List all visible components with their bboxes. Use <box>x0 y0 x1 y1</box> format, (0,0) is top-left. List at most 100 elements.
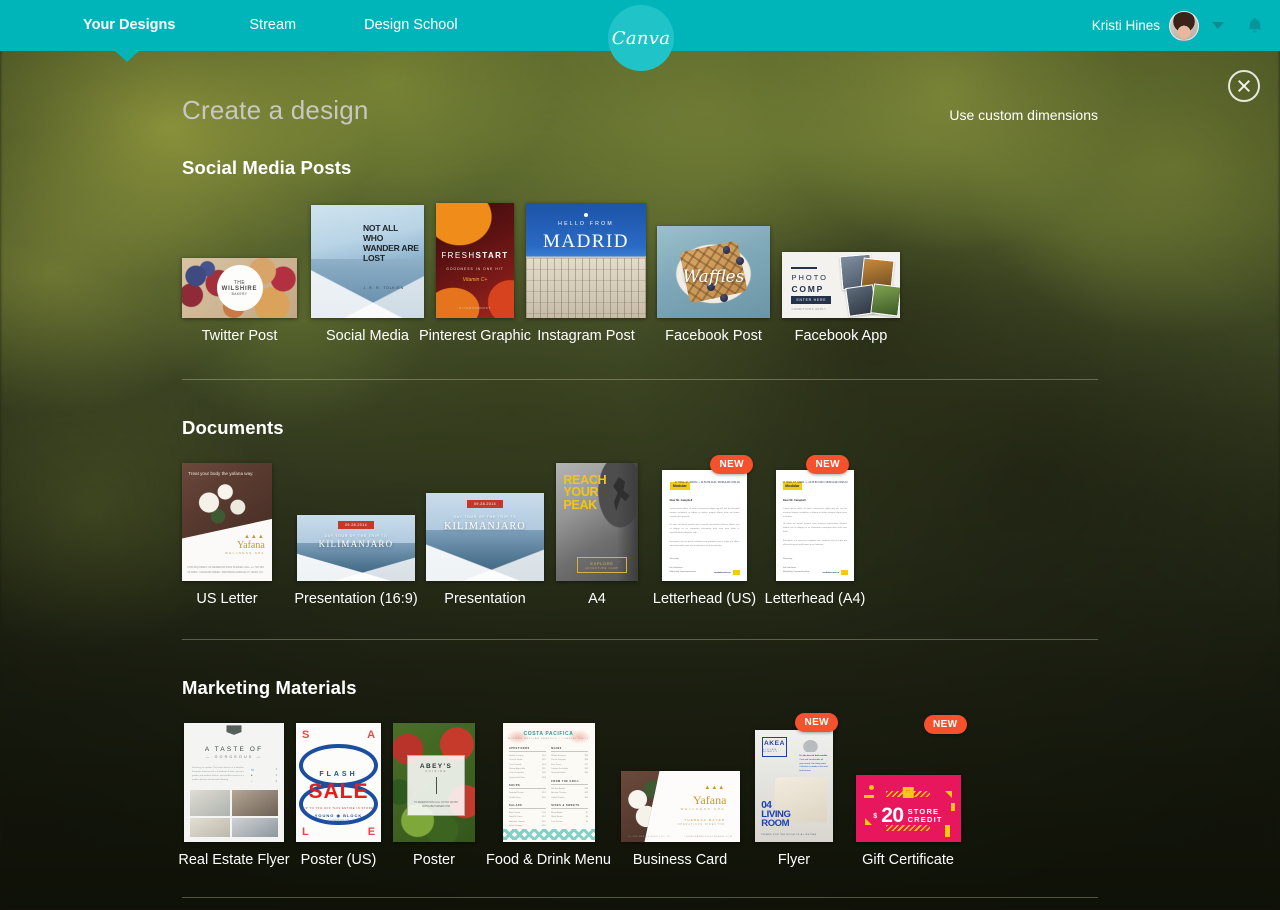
thumb-menu-heading: APPETIZERS <box>508 747 546 752</box>
design-tile-a4[interactable]: REACH YOUR PEAK EXPLORE ADVENTURE CAMP A… <box>556 463 638 607</box>
thumb-chevron-band <box>502 828 595 840</box>
use-custom-dimensions-link[interactable]: Use custom dimensions <box>949 107 1098 123</box>
thumbnail-wrap: AKEA LIVING SIMPLY It's the best of both… <box>755 713 838 842</box>
thumbnail-wrap: THE WILSHIRE BAKERY <box>182 203 297 318</box>
thumb-art-business-card: ▲▲▲ Yafana WELLNESS SPA THERESA MAYER OP… <box>620 771 740 842</box>
thumbnail-wrap: COSTA PACIFICA MODERN MEXICAN SEAFOOD / … <box>502 723 595 842</box>
design-tile-label: Business Card <box>632 852 728 868</box>
thumb-shape <box>869 785 875 791</box>
design-tile-facebook-post[interactable]: Waffles Facebook Post <box>657 203 770 344</box>
thumb-headline: SALE <box>308 780 369 804</box>
thumb-brand: YOUNG ◉ BLOCK <box>314 813 363 819</box>
design-tile-label: Presentation (16:9) <box>294 591 418 607</box>
thumbnail: Treat your body the yafana way. ▲▲▲ Yafa… <box>182 463 272 581</box>
thumb-copy: It's the best of both worlds Cool and co… <box>799 755 827 775</box>
design-tile-letterhead-a4[interactable]: Modular 17 TRIAL ST, SWAN / + 44 56 89 0… <box>765 455 865 607</box>
thumb-corner-letter: A <box>367 728 376 741</box>
thumb-room-title: LIVING ROOM <box>761 810 791 829</box>
design-tile-twitter-post[interactable]: THE WILSHIRE BAKERY Twitter Post <box>182 203 297 344</box>
thumb-cta: ENTER HERE <box>791 295 832 304</box>
notifications-bell-icon[interactable] <box>1244 15 1266 37</box>
design-tile-social-media[interactable]: NOT ALL WHO WANDER ARE LOST J. R. R. TOL… <box>311 203 424 344</box>
thumb-photo <box>869 283 900 317</box>
thumb-corner-letter: E <box>367 826 376 839</box>
design-tile-label: Pinterest Graphic <box>418 328 532 344</box>
thumb-headline: REACH YOUR PEAK <box>563 474 606 512</box>
avatar[interactable] <box>1169 10 1199 41</box>
thumb-brand: ABEY'S <box>419 762 453 770</box>
thumb-accent-bar <box>840 569 848 576</box>
nav-item-design-school[interactable]: Design School <box>346 0 476 51</box>
section-documents: Documents Treat your body the yafana way… <box>182 417 865 607</box>
thumb-signature: Sincerely, Ian Glasheen Marketing Commun… <box>783 558 810 575</box>
thumb-menu-column: MAINS Whole Branzino $28 Pacific Snapper $… <box>551 747 589 824</box>
thumb-brand: AKEA <box>763 740 786 748</box>
thumbnail-wrap: REACH YOUR PEAK EXPLORE ADVENTURE CAMP <box>556 463 638 581</box>
design-tile-flyer[interactable]: AKEA LIVING SIMPLY It's the best of both… <box>750 713 838 868</box>
nav-item-stream[interactable]: Stream <box>231 0 314 51</box>
thumb-brand-badge: THE WILSHIRE BAKERY <box>216 265 263 311</box>
thumbnail-wrap: 09.28.2014 DAY TOUR OF THE TRIP TO KILIM… <box>426 463 544 581</box>
thumb-photo <box>190 818 230 838</box>
thumb-art-facebook: Waffles <box>657 226 770 318</box>
thumbnail: 09.28.2014 DAY TOUR OF THE TRIP TO KILIM… <box>426 493 544 581</box>
thumb-salutation: Dear Mr. Campbell <box>669 498 693 502</box>
thumb-line-1: PHOTO <box>791 273 828 283</box>
design-tile-gift-certificate[interactable]: □ $ 20 <box>852 715 967 868</box>
design-tile-food-drink-menu[interactable]: COSTA PACIFICA MODERN MEXICAN SEAFOOD / … <box>485 723 612 868</box>
thumb-frame-line-1: EXPLORE <box>590 560 614 566</box>
thumb-salutation: Dear Mr. Campbell <box>783 498 806 502</box>
design-tile-poster-us[interactable]: S A L E FLASH SALE UP TO 70% OFF THIS EN… <box>294 723 383 868</box>
design-tile-presentation-16-9[interactable]: 09.28.2014 DAY TOUR OF THE TRIP TO KILIM… <box>294 463 418 607</box>
thumb-paragraph: Excepteur sint occaecat cupidatat non pr… <box>669 540 740 547</box>
design-tile-label: Gift Certificate <box>862 852 954 868</box>
thumb-kicker: DAY TOUR OF THE TRIP TO <box>324 534 388 539</box>
thumb-footer: FOR INQUIRIES OR RESERVATIONS PLEASE CAL… <box>187 566 264 574</box>
canva-logo-text: Canva <box>611 27 671 49</box>
close-icon[interactable] <box>1228 70 1260 102</box>
thumb-shape <box>863 795 875 799</box>
thumb-spec-value: 2 <box>275 779 277 783</box>
thumbnail-wrap: Modular 17 TRIAL ST, SWAN / + 44 56 89 0… <box>776 455 854 581</box>
status-badge-new: NEW <box>795 713 838 732</box>
design-tile-us-letter[interactable]: Treat your body the yafana way. ▲▲▲ Yafa… <box>182 463 272 607</box>
thumb-title: KILIMANJARO <box>318 538 394 549</box>
chevron-down-icon[interactable] <box>1212 22 1224 29</box>
thumb-art-instagram: HELLO FROM MADRID <box>526 203 646 318</box>
section-marketing-materials: Marketing Materials A TASTE OF — GORGEOU… <box>178 677 967 868</box>
thumb-date: 09.28.2014 <box>338 520 374 529</box>
thumbnail-wrap: □ $ 20 <box>855 715 967 842</box>
thumbnail: ABEY'S CUISINE TO RESERVATION CALL 718 5… <box>393 723 475 842</box>
thumb-subhead: — GORGEOUS — <box>205 755 263 760</box>
thumb-quote: NOT ALL WHO WANDER ARE LOST <box>362 223 419 264</box>
design-tile-instagram-post[interactable]: HELLO FROM MADRID Instagram Post <box>526 203 646 344</box>
thumb-date: 09.28.2014 <box>467 500 503 509</box>
thumb-line-2: YOUR <box>563 485 599 500</box>
design-tile-pinterest-graphic[interactable]: FRESHSTART GOODNESS IN ONE HIT Vitamin C… <box>419 203 531 344</box>
design-tile-real-estate-flyer[interactable]: A TASTE OF — GORGEOUS — Featuring an upd… <box>178 723 290 868</box>
thumbnail: Waffles <box>657 226 770 318</box>
thumb-shape <box>945 791 953 799</box>
canva-logo[interactable]: Canva <box>608 5 674 71</box>
thumb-paragraph: Ut enim ad minim veniam quis nostrud exe… <box>669 524 740 535</box>
design-tile-business-card[interactable]: ▲▲▲ Yafana WELLNESS SPA THERESA MAYER OP… <box>620 723 740 868</box>
thumb-address: 17 TRIAL ST, SWAN / + 44 56 89 0120 / MO… <box>782 481 848 485</box>
thumb-menu-item: Green Papaya $10 <box>508 825 546 828</box>
design-tile-letterhead-us[interactable]: Modular 17 TRIAL ST, SWAN / + 44 56 89 0… <box>653 455 756 607</box>
thumb-corner-letter: L <box>301 826 309 839</box>
create-design-overlay: Create a design Use custom dimensions So… <box>0 51 1280 910</box>
thumb-frame-line-2: ADVENTURE CAMP <box>585 566 619 570</box>
thumb-menu-item: Tres Leches $9 <box>551 820 589 823</box>
thumb-address: 17 TRIAL ST, SWAN / + 44 56 89 0120 / MO… <box>674 481 741 485</box>
nav-item-your-designs[interactable]: Your Designs <box>65 0 193 51</box>
design-tile-presentation[interactable]: 09.28.2014 DAY TOUR OF THE TRIP TO KILIM… <box>426 463 544 607</box>
user-name-label[interactable]: Kristi Hines <box>1092 18 1160 33</box>
thumb-art-us-letter: Treat your body the yafana way. ▲▲▲ Yafa… <box>182 463 272 581</box>
design-tile-poster[interactable]: ABEY'S CUISINE TO RESERVATION CALL 718 5… <box>391 723 477 868</box>
design-tile-label: Food & Drink Menu <box>486 852 611 868</box>
thumbnail: HELLO FROM MADRID <box>526 203 646 318</box>
design-tile-facebook-app[interactable]: PHOTO COMP ENTER HERE CONDITIONS APPLY F… <box>782 203 900 344</box>
thumb-photo <box>232 818 278 838</box>
thumb-menu-heading: SOUPS <box>508 784 546 790</box>
section-social-media-posts: Social Media Posts THE WILSHIRE BAKERY T… <box>182 157 900 344</box>
